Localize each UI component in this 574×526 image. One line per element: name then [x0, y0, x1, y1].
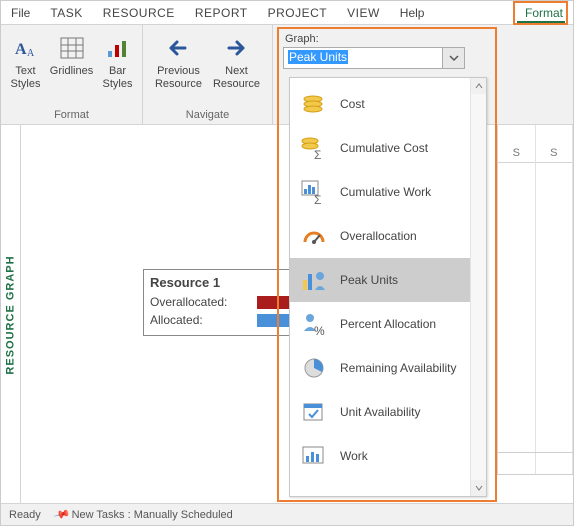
dd-item-cumulative-work[interactable]: Σ Cumulative Work: [290, 170, 470, 214]
scroll-up-icon[interactable]: [471, 78, 486, 94]
person-bars-icon: [300, 266, 328, 294]
arrow-right-icon: [223, 33, 251, 63]
legend-swatch-allocated: [257, 314, 291, 327]
text-styles-button[interactable]: AA TextStyles: [4, 29, 48, 91]
menu-file[interactable]: File: [1, 3, 40, 22]
status-new-tasks: 📌 New Tasks : Manually Scheduled: [55, 508, 233, 521]
menu-format[interactable]: Format: [515, 3, 573, 22]
status-bar: Ready 📌 New Tasks : Manually Scheduled: [1, 503, 573, 525]
grid-col: S: [536, 125, 574, 475]
pie-slice-icon: [300, 354, 328, 382]
legend-label: Overallocated:: [150, 295, 227, 309]
ribbon: AA TextStyles Gridlines BarStyles Format: [1, 25, 573, 125]
menu-report[interactable]: REPORT: [185, 3, 258, 22]
menu-view[interactable]: VIEW: [337, 3, 390, 22]
text-styles-icon: AA: [13, 33, 39, 63]
dd-label: Overallocation: [340, 229, 417, 243]
grid-header: S: [536, 125, 573, 163]
legend-swatch-overallocated: [257, 296, 291, 309]
person-percent-icon: %: [300, 310, 328, 338]
dropdown-scrollbar[interactable]: [470, 78, 486, 496]
gridlines-label: Gridlines: [50, 65, 93, 78]
menu-help[interactable]: Help: [390, 3, 435, 22]
status-tasks-label: New Tasks : Manually Scheduled: [72, 509, 233, 521]
dd-label: Cumulative Work: [340, 185, 431, 199]
grid-line: [497, 452, 573, 453]
menu-resource[interactable]: RESOURCE: [93, 3, 185, 22]
format-group-label: Format: [7, 105, 136, 124]
svg-text:%: %: [314, 324, 325, 337]
next-resource-button[interactable]: NextResource: [209, 29, 265, 91]
graph-select[interactable]: Peak Units: [283, 47, 465, 69]
dd-label: Cumulative Cost: [340, 141, 428, 155]
chevron-down-icon[interactable]: [442, 48, 464, 68]
grid-col: S: [498, 125, 536, 475]
legend-label: Allocated:: [150, 313, 203, 327]
graph-dropdown: Cost Σ Cumulative Cost Σ Cumulative Work…: [289, 77, 487, 497]
status-ready: Ready: [9, 509, 41, 521]
pin-icon: 📌: [52, 505, 70, 523]
ribbon-group-navigate: PreviousResource NextResource Navigate: [143, 25, 273, 124]
dd-label: Remaining Availability: [340, 361, 457, 375]
dd-item-remaining-availability[interactable]: Remaining Availability: [290, 346, 470, 390]
grid-line: [497, 474, 573, 475]
timeline-grid: S S: [497, 125, 573, 475]
graph-select-value: Peak Units: [284, 48, 442, 68]
dd-label: Unit Availability: [340, 405, 420, 419]
svg-text:A: A: [15, 41, 27, 58]
calendar-check-icon: [300, 398, 328, 426]
navigate-group-label: Navigate: [149, 105, 266, 124]
format-active-underline: [517, 21, 565, 24]
graph-field-label: Graph:: [285, 33, 563, 45]
svg-text:Σ: Σ: [314, 193, 321, 205]
legend-title: Resource 1: [150, 275, 291, 290]
text-styles-label: TextStyles: [11, 65, 41, 91]
dd-item-cost[interactable]: Cost: [290, 82, 470, 126]
previous-resource-label: PreviousResource: [155, 65, 202, 91]
coins-sigma-icon: Σ: [300, 134, 328, 162]
dd-label: Work: [340, 449, 368, 463]
scroll-track[interactable]: [471, 94, 486, 480]
legend-row-allocated: Allocated:: [150, 311, 291, 329]
bar-styles-icon: [106, 33, 130, 63]
menu-project[interactable]: PROJECT: [258, 3, 338, 22]
gauge-icon: [300, 222, 328, 250]
chart-icon: [300, 442, 328, 470]
gridlines-icon: [60, 33, 84, 63]
dd-item-unit-availability[interactable]: Unit Availability: [290, 390, 470, 434]
bar-styles-label: BarStyles: [103, 65, 133, 91]
bar-styles-button[interactable]: BarStyles: [96, 29, 140, 91]
gridlines-button[interactable]: Gridlines: [50, 29, 94, 78]
dd-item-percent-allocation[interactable]: % Percent Allocation: [290, 302, 470, 346]
svg-text:Σ: Σ: [314, 148, 321, 161]
legend-row-overallocated: Overallocated:: [150, 293, 291, 311]
dd-label: Percent Allocation: [340, 317, 436, 331]
dd-item-overallocation[interactable]: Overallocation: [290, 214, 470, 258]
dd-label: Peak Units: [340, 273, 398, 287]
chart-sigma-icon: Σ: [300, 178, 328, 206]
dropdown-list: Cost Σ Cumulative Cost Σ Cumulative Work…: [290, 78, 470, 496]
menu-bar: File TASK RESOURCE REPORT PROJECT VIEW H…: [1, 1, 573, 25]
dd-item-peak-units[interactable]: Peak Units: [290, 258, 470, 302]
previous-resource-button[interactable]: PreviousResource: [151, 29, 207, 91]
dd-item-work[interactable]: Work: [290, 434, 470, 478]
next-resource-label: NextResource: [213, 65, 260, 91]
svg-text:A: A: [27, 48, 35, 59]
left-rail: RESOURCE GRAPH: [1, 125, 21, 505]
arrow-left-icon: [165, 33, 193, 63]
left-rail-label: RESOURCE GRAPH: [5, 255, 17, 374]
dd-label: Cost: [340, 97, 365, 111]
grid-header: S: [498, 125, 535, 163]
ribbon-group-format: AA TextStyles Gridlines BarStyles Format: [1, 25, 143, 124]
resource-legend: Resource 1 Overallocated: Allocated:: [143, 269, 298, 336]
menu-task[interactable]: TASK: [40, 3, 92, 22]
coins-icon: [300, 90, 328, 118]
scroll-down-icon[interactable]: [471, 480, 486, 496]
dd-item-cumulative-cost[interactable]: Σ Cumulative Cost: [290, 126, 470, 170]
